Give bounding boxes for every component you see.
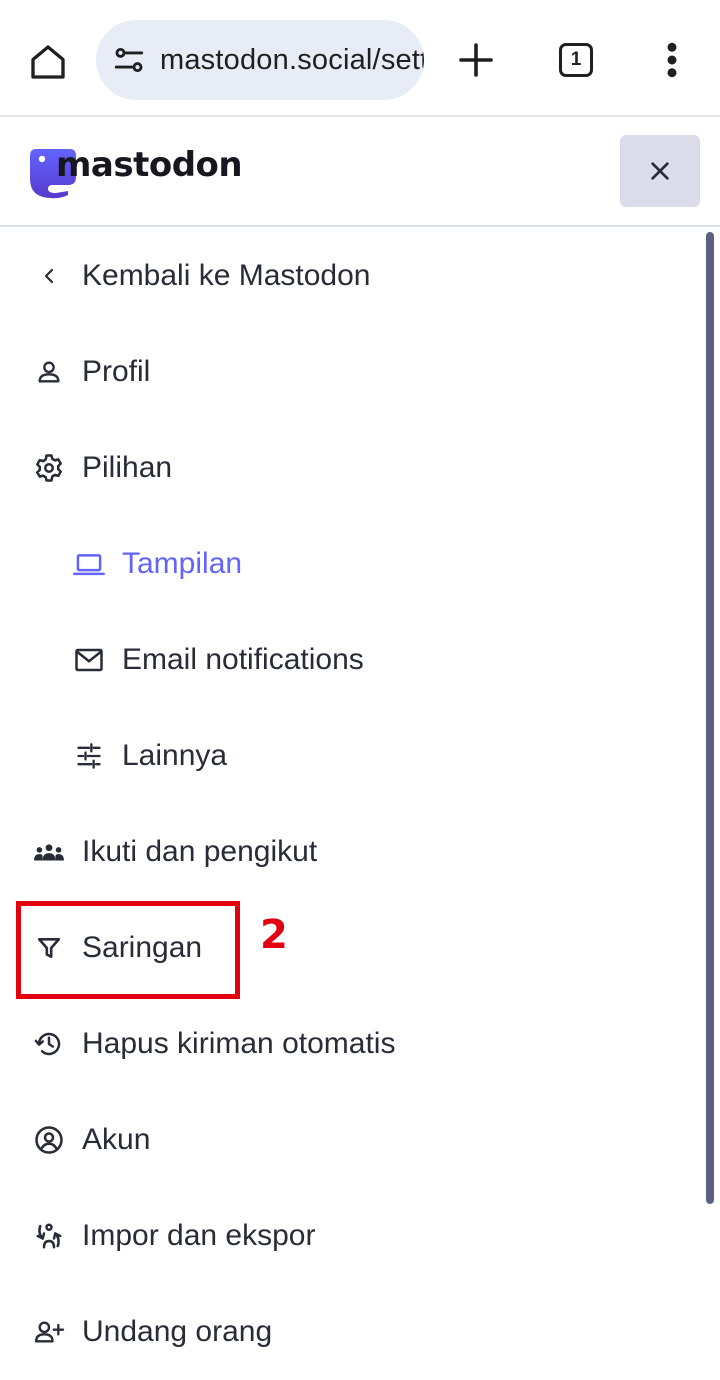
settings-nav: Kembali ke Mastodon Profil Pilihan Tampi… xyxy=(0,228,704,1365)
nav-item-appearance[interactable]: Tampilan xyxy=(0,516,704,612)
nav-item-invite[interactable]: Undang orang xyxy=(0,1284,704,1380)
nav-item-label: Ikuti dan pengikut xyxy=(82,835,318,868)
annotation-highlight-box xyxy=(16,901,240,999)
home-icon xyxy=(31,45,65,79)
nav-item-preferences[interactable]: Pilihan xyxy=(0,420,704,516)
person-icon xyxy=(33,356,65,388)
nav-item-label: Kembali ke Mastodon xyxy=(82,259,371,292)
nav-item-label: Pilihan xyxy=(82,451,173,484)
logo-text: mastodon xyxy=(56,145,243,185)
plus-icon xyxy=(459,43,493,77)
gear-icon xyxy=(33,452,65,484)
scrollbar-thumb[interactable] xyxy=(706,232,714,1204)
nav-item-back[interactable]: Kembali ke Mastodon xyxy=(0,228,704,324)
nav-item-import-export[interactable]: Impor dan ekspor xyxy=(0,1188,704,1284)
people-icon xyxy=(33,836,65,868)
chevron-left-icon xyxy=(33,260,65,292)
nav-item-label: Tampilan xyxy=(122,547,243,580)
more-vert-icon xyxy=(667,42,677,78)
nav-item-label: Impor dan ekspor xyxy=(82,1219,316,1252)
nav-item-other[interactable]: Lainnya xyxy=(0,708,704,804)
nav-item-email-notifications[interactable]: Email notifications xyxy=(0,612,704,708)
nav-item-label: Hapus kiriman otomatis xyxy=(82,1027,396,1060)
nav-item-label: Profil xyxy=(82,355,151,388)
new-tab-button[interactable] xyxy=(446,30,506,90)
site-settings-icon xyxy=(114,47,144,73)
history-icon xyxy=(33,1028,65,1060)
nav-item-follows[interactable]: Ikuti dan pengikut xyxy=(0,804,704,900)
person-add-icon xyxy=(33,1316,65,1348)
laptop-icon xyxy=(73,548,105,580)
nav-item-label: Akun xyxy=(82,1123,151,1156)
close-menu-button[interactable] xyxy=(620,135,700,207)
nav-item-auto-delete[interactable]: Hapus kiriman otomatis xyxy=(0,996,704,1092)
account-circle-icon xyxy=(33,1124,65,1156)
url-text: mastodon.social/settings/preferences/app… xyxy=(160,43,424,76)
browser-toolbar: mastodon.social/settings/preferences/app… xyxy=(0,0,720,117)
tab-switcher-button[interactable]: 1 xyxy=(546,30,606,90)
nav-item-label: Lainnya xyxy=(122,739,228,772)
import-export-icon xyxy=(33,1220,65,1252)
address-bar[interactable]: mastodon.social/settings/preferences/app… xyxy=(96,20,424,100)
tab-count: 1 xyxy=(559,43,593,77)
sliders-icon xyxy=(73,740,105,772)
site-header: mastodon xyxy=(0,117,720,227)
nav-item-profile[interactable]: Profil xyxy=(0,324,704,420)
browser-menu-button[interactable] xyxy=(642,30,702,90)
home-button[interactable] xyxy=(18,32,78,92)
annotation-step-number: 2 xyxy=(260,912,288,958)
nav-item-label: Email notifications xyxy=(122,643,364,676)
nav-item-label: Undang orang xyxy=(82,1315,273,1348)
mail-icon xyxy=(73,644,105,676)
mastodon-logo[interactable]: mastodon xyxy=(28,145,243,201)
close-icon xyxy=(651,162,669,180)
nav-item-account[interactable]: Akun xyxy=(0,1092,704,1188)
